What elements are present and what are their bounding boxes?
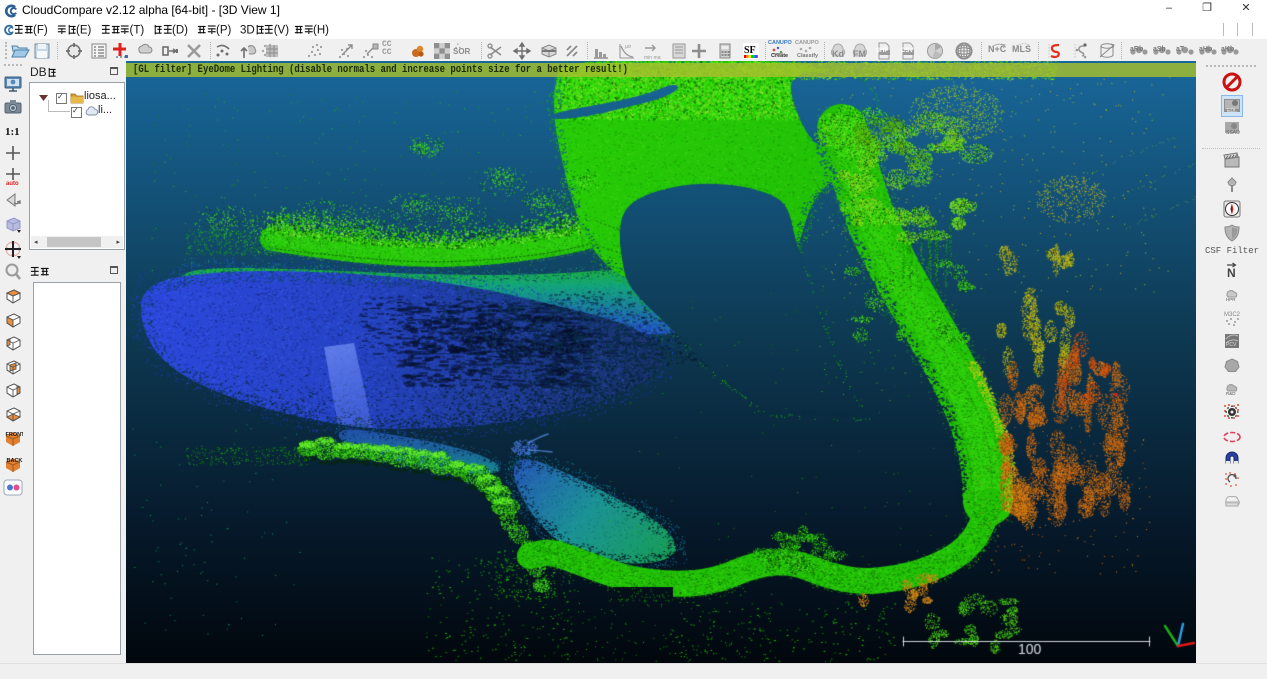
svg-text:1:1: 1:1 xyxy=(5,126,20,138)
svg-text:BACK: BACK xyxy=(7,458,23,464)
svg-text:PCV: PCV xyxy=(1226,342,1237,348)
svg-text:HPR: HPR xyxy=(1226,297,1236,302)
svg-text:SF: SF xyxy=(744,45,756,56)
svg-text:μσ: μσ xyxy=(625,44,632,50)
svg-text:auto: auto xyxy=(6,181,19,186)
svg-text:R&D: R&D xyxy=(1226,391,1236,396)
svg-text:N: N xyxy=(1227,266,1236,280)
svg-text:EDL: EDL xyxy=(1227,108,1237,114)
svg-text:FRONT: FRONT xyxy=(6,432,24,438)
svg-text:M3C2: M3C2 xyxy=(1224,312,1241,318)
svg-text:SSAO: SSAO xyxy=(1226,130,1240,136)
